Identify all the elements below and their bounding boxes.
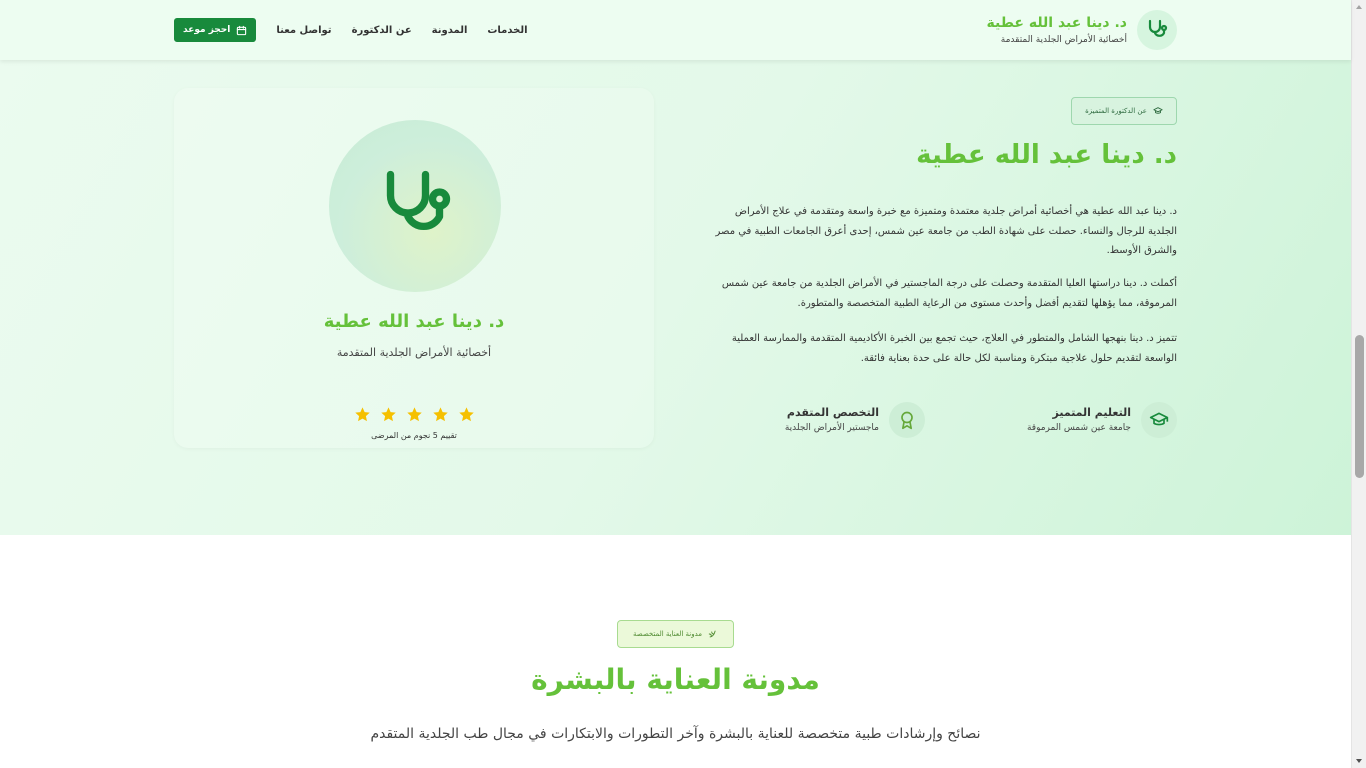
feature-title: التخصص المتقدم (786, 406, 879, 419)
award-icon (889, 402, 925, 438)
star-icon (458, 407, 474, 422)
brand-text: د. دينا عبد الله عطية أخصائية الأمراض ال… (987, 13, 1127, 47)
stethoscope-icon (386, 170, 451, 231)
blog-title: مدونة العناية بالبشرة (531, 663, 820, 696)
calendar-icon (237, 25, 247, 35)
star-icon (380, 407, 396, 422)
brand-subtitle: أخصائية الأمراض الجلدية المتقدمة (1000, 35, 1127, 45)
site-header: د. دينا عبد الله عطية أخصائية الأمراض ال… (0, 0, 1351, 60)
feature-education: التعليم المتميز جامعة عين شمس المرموقة (1027, 402, 1177, 438)
scroll-down-arrow[interactable] (1356, 759, 1362, 763)
about-badge-label: عن الدكتورة المتميزة (1085, 107, 1147, 115)
nav-contact[interactable]: تواصل معنا (276, 25, 331, 36)
brand[interactable]: د. دينا عبد الله عطية أخصائية الأمراض ال… (987, 8, 1177, 52)
star-icon (406, 407, 422, 422)
about-paragraph-1: د. دينا عبد الله عطية هي أخصائية أمراض ج… (715, 206, 1178, 256)
scroll-thumb[interactable] (1355, 335, 1364, 478)
about-section: د. دينا عبد الله عطية أخصائية الأمراض ال… (0, 60, 1351, 535)
nav-blog[interactable]: المدونة (432, 25, 468, 36)
card-doctor-name: د. دينا عبد الله عطية (323, 311, 505, 332)
graduation-cap-icon (1153, 107, 1163, 114)
blog-section: مدونة العناية المتخصصة مدونة العناية بال… (0, 535, 1351, 768)
feature-specialization: التخصص المتقدم ماجستير الأمراض الجلدية (785, 402, 925, 438)
about-title: د. دينا عبد الله عطية (916, 140, 1177, 170)
scroll-up-arrow[interactable] (1356, 5, 1362, 9)
card-doctor-title: أخصائية الأمراض الجلدية المتقدمة (336, 346, 492, 359)
avatar (329, 120, 501, 292)
star-icon (354, 407, 370, 422)
feature-subtitle: ماجستير الأمراض الجلدية (784, 423, 879, 433)
profile-card: د. دينا عبد الله عطية أخصائية الأمراض ال… (174, 88, 654, 448)
brand-name: د. دينا عبد الله عطية (986, 15, 1127, 31)
book-appointment-button[interactable]: احجز موعد (174, 18, 257, 42)
rating-text: تقييم 5 نجوم من المرضى (371, 431, 457, 440)
feature-subtitle: جامعة عين شمس المرموقة (1026, 423, 1131, 433)
stethoscope-icon (1137, 10, 1177, 50)
graduation-cap-icon (1141, 402, 1177, 438)
about-paragraph-2: أكملت د. دينا دراستها العليا المتقدمة وح… (721, 278, 1177, 309)
blog-subtitle: نصائح وإرشادات طبية متخصصة للعناية بالبش… (370, 726, 981, 742)
page-scrollbar[interactable] (1351, 0, 1366, 768)
about-paragraph-3: تتميز د. دينا بنهجها الشامل والمتطور في … (731, 333, 1177, 364)
feature-title: التعليم المتميز (1052, 406, 1131, 419)
star-icon (432, 407, 448, 422)
nav-about[interactable]: عن الدكتورة (352, 25, 412, 36)
blog-badge-label: مدونة العناية المتخصصة (633, 630, 703, 638)
rating-stars (174, 406, 654, 423)
sparkle-icon (708, 630, 716, 638)
about-badge: عن الدكتورة المتميزة (1071, 97, 1177, 125)
nav-services[interactable]: الخدمات (487, 25, 527, 36)
book-appointment-label: احجز موعد (183, 25, 231, 35)
main-nav: احجز موعد تواصل معنا عن الدكتورة المدونة… (174, 18, 528, 42)
blog-badge: مدونة العناية المتخصصة (617, 620, 734, 648)
